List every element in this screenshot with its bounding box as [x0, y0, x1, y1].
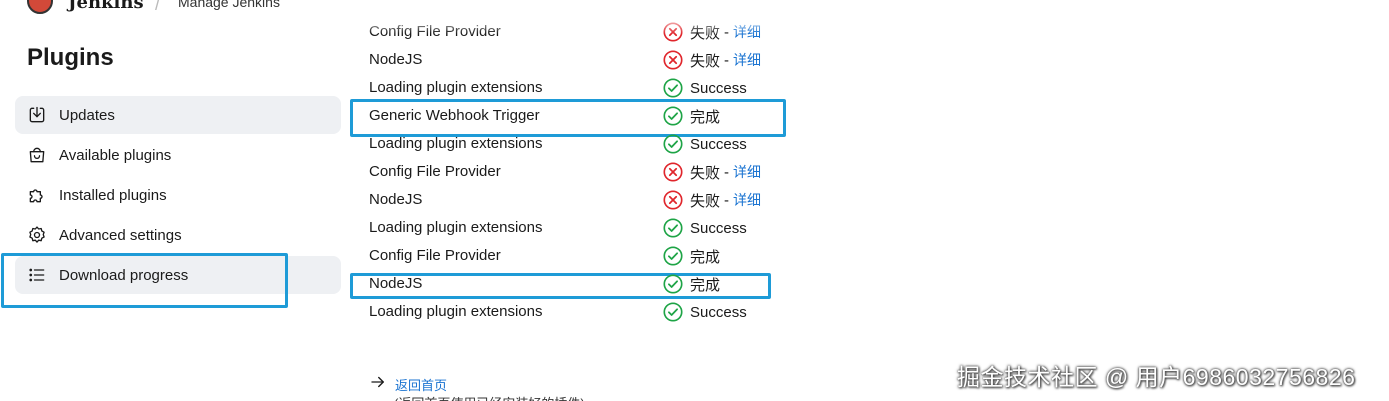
progress-row: Generic Webhook Trigger 完成: [369, 103, 789, 131]
status-text: 完成: [690, 248, 721, 266]
plugin-name: Generic Webhook Trigger: [369, 107, 540, 124]
download-progress-list: Config File Provider 失败 - 详细 NodeJS 失败 - 详细 Load…: [369, 19, 789, 327]
breadcrumb-manage-jenkins[interactable]: Manage Jenkins: [178, 0, 280, 10]
check-circle-icon: [662, 133, 690, 155]
status-text: Success: [690, 79, 747, 97]
progress-row: Config File Provider 失败 - 详细: [369, 19, 789, 47]
sidebar-item-available-plugins[interactable]: Available plugins: [15, 136, 341, 174]
plugin-name: Loading plugin extensions: [369, 135, 543, 152]
list-icon: [27, 265, 47, 285]
detail-link[interactable]: 详细: [733, 190, 761, 210]
gear-icon: [27, 225, 47, 245]
sidebar-item-advanced-settings[interactable]: Advanced settings: [15, 216, 341, 254]
plugin-name: Loading plugin extensions: [369, 303, 543, 320]
plugin-name: Loading plugin extensions: [369, 79, 543, 96]
sidebar-item-download-progress[interactable]: Download progress: [15, 256, 341, 294]
progress-row: NodeJS 失败 - 详细: [369, 187, 789, 215]
progress-row: NodeJS 失败 - 详细: [369, 47, 789, 75]
sidebar-item-label: Download progress: [59, 266, 189, 284]
status-text: Success: [690, 135, 747, 153]
status-cell: 完成: [662, 245, 720, 267]
separator-dash: -: [724, 23, 730, 41]
page-title: Plugins: [27, 44, 114, 71]
check-circle-icon: [662, 217, 690, 239]
back-home-note: (返回首页使用已经安装好的插件): [394, 393, 585, 401]
x-circle-icon: [662, 189, 690, 211]
x-circle-icon: [662, 49, 690, 71]
status-text: 失败: [690, 164, 721, 182]
check-circle-icon: [662, 105, 690, 127]
status-text: 完成: [690, 276, 721, 294]
status-text: 失败: [690, 192, 721, 210]
download-icon: [27, 105, 47, 125]
jenkins-logo-icon[interactable]: [27, 0, 53, 14]
status-cell: Success: [662, 301, 747, 323]
progress-row: Loading plugin extensions Success: [369, 215, 789, 243]
shopping-bag-icon: [27, 145, 47, 165]
sidebar-nav: Updates Available plugins Installed plug…: [15, 96, 341, 296]
plugin-name: NodeJS: [369, 191, 423, 208]
sidebar-item-label: Advanced settings: [59, 226, 182, 244]
breadcrumb-separator: /: [155, 0, 161, 14]
plugin-name: Loading plugin extensions: [369, 219, 543, 236]
detail-link[interactable]: 详细: [733, 162, 761, 182]
status-text: Success: [690, 303, 747, 321]
check-circle-icon: [662, 301, 690, 323]
status-text: 完成: [690, 108, 721, 126]
x-circle-icon: [662, 21, 690, 43]
progress-row: Loading plugin extensions Success: [369, 131, 789, 159]
progress-row: Loading plugin extensions Success: [369, 75, 789, 103]
plugin-name: Config File Provider: [369, 163, 501, 180]
sidebar-item-updates[interactable]: Updates: [15, 96, 341, 134]
brand-name[interactable]: Jenkins: [68, 0, 144, 13]
status-cell: Success: [662, 217, 747, 239]
separator-dash: -: [724, 51, 730, 69]
status-cell: Success: [662, 133, 747, 155]
status-cell: Success: [662, 77, 747, 99]
progress-row: Loading plugin extensions Success: [369, 299, 789, 327]
status-cell: 失败 - 详细: [662, 49, 761, 71]
check-circle-icon: [662, 77, 690, 99]
status-cell: 失败 - 详细: [662, 189, 761, 211]
status-text: 失败: [690, 52, 721, 70]
separator-dash: -: [724, 191, 730, 209]
plugin-name: NodeJS: [369, 51, 423, 68]
progress-row: Config File Provider 完成: [369, 243, 789, 271]
separator-dash: -: [724, 163, 730, 181]
progress-row: Config File Provider 失败 - 详细: [369, 159, 789, 187]
progress-row: NodeJS 完成: [369, 271, 789, 299]
check-circle-icon: [662, 273, 690, 295]
sidebar-item-installed-plugins[interactable]: Installed plugins: [15, 176, 341, 214]
plugin-name: Config File Provider: [369, 23, 501, 40]
status-text: Success: [690, 219, 747, 237]
check-circle-icon: [662, 245, 690, 267]
watermark: 掘金技术社区 @ 用户6986032756826: [957, 364, 1356, 390]
sidebar-item-label: Installed plugins: [59, 186, 167, 204]
arrow-right-icon: [369, 373, 395, 396]
status-cell: 完成: [662, 273, 720, 295]
puzzle-icon: [27, 185, 47, 205]
sidebar-item-label: Available plugins: [59, 146, 172, 164]
x-circle-icon: [662, 161, 690, 183]
status-cell: 失败 - 详细: [662, 21, 761, 43]
sidebar-item-label: Updates: [59, 106, 115, 124]
detail-link[interactable]: 详细: [733, 22, 761, 42]
page-header: Jenkins / Manage Jenkins / 插件管理: [0, 0, 820, 14]
breadcrumb-plugins[interactable]: 插件管理: [322, 0, 378, 14]
breadcrumb-separator: /: [300, 0, 306, 14]
back-home-link[interactable]: 返回首页: [395, 375, 447, 394]
plugin-name: NodeJS: [369, 275, 423, 292]
status-cell: 失败 - 详细: [662, 161, 761, 183]
status-text: 失败: [690, 24, 721, 42]
status-cell: 完成: [662, 105, 720, 127]
plugin-name: Config File Provider: [369, 247, 501, 264]
detail-link[interactable]: 详细: [733, 50, 761, 70]
